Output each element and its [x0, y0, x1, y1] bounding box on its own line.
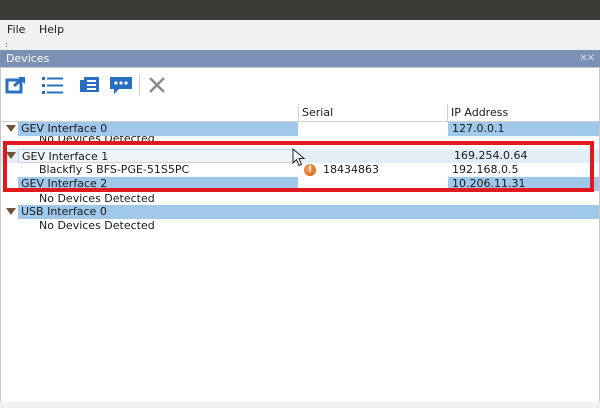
panel-close-icon[interactable]: ✕✕ [579, 53, 595, 64]
expand-arrow-icon[interactable] [6, 125, 16, 132]
interface-name: GEV Interface 2 [21, 177, 108, 190]
ip-address: 127.0.0.1 [452, 122, 505, 135]
no-devices-label: No Devices Detected [39, 194, 155, 203]
interface-name-cell: USB Interface 0 [18, 205, 599, 219]
interface-name-cell: GEV Interface 2 [18, 177, 298, 191]
panel-title: Devices [6, 52, 50, 65]
devices-toolbar [1, 68, 599, 102]
ip-cell: 10.206.11.31 [448, 177, 599, 191]
ip-address: 169.254.0.64 [454, 149, 528, 162]
column-divider[interactable] [447, 104, 448, 121]
devices-panel: Serial IP Address GEV Interface 0 127.0.… [0, 67, 600, 404]
expand-arrow-icon[interactable] [6, 152, 16, 159]
tree-row-empty[interactable]: No Devices Detected [1, 136, 599, 144]
interface-name-cell: GEV Interface 1 [18, 149, 295, 163]
interface-name-cell: GEV Interface 0 [18, 122, 298, 136]
column-header-serial[interactable]: Serial [302, 106, 333, 119]
no-devices-label: No Devices Detected [39, 136, 155, 144]
device-name: Blackfly S BFS-PGE-51S5PC [39, 163, 190, 176]
devices-panel-header: Devices ✕✕ [0, 50, 600, 67]
ip-cell: 127.0.0.1 [448, 122, 599, 136]
ip-address: 192.168.0.5 [452, 163, 519, 176]
list-icon [42, 77, 63, 94]
open-device-button[interactable] [4, 74, 28, 96]
interface-name: GEV Interface 0 [21, 122, 108, 135]
tree-row-interface[interactable]: GEV Interface 2 10.206.11.31 [1, 177, 599, 191]
device-info-button[interactable] [109, 74, 133, 96]
tree-header: Serial IP Address [1, 104, 599, 122]
ip-address: 10.206.11.31 [452, 177, 526, 190]
menu-bar: File Help [0, 20, 600, 40]
chat-icon [110, 77, 132, 94]
mouse-cursor-icon [292, 148, 306, 167]
tree-row-interface[interactable]: GEV Interface 0 127.0.0.1 [1, 122, 599, 136]
interface-name: GEV Interface 1 [22, 150, 109, 163]
grip-dots [6, 43, 9, 47]
device-properties-button[interactable] [78, 74, 102, 96]
menu-file[interactable]: File [7, 23, 25, 36]
arrow-out-icon [5, 76, 25, 94]
interface-name: USB Interface 0 [21, 205, 107, 218]
column-divider[interactable] [298, 104, 299, 121]
tree-row-empty[interactable]: No Devices Detected [1, 219, 599, 233]
expand-arrow-icon[interactable] [6, 208, 16, 215]
column-header-ip[interactable]: IP Address [451, 106, 508, 119]
tree-row-interface[interactable]: USB Interface 0 [1, 205, 599, 219]
window-bottom [0, 402, 600, 408]
remove-device-button[interactable] [145, 74, 169, 96]
close-icon [149, 77, 165, 93]
tree-row-empty[interactable]: No Devices Detected [1, 194, 599, 203]
toolbar-grip[interactable] [0, 40, 600, 50]
property-grid-icon [80, 77, 99, 92]
menu-help[interactable]: Help [39, 23, 64, 36]
device-serial: 18434863 [323, 163, 379, 176]
no-devices-label: No Devices Detected [39, 219, 155, 232]
window-titlebar [0, 0, 600, 20]
device-list-button[interactable] [41, 74, 65, 96]
toolbar-separator [139, 75, 140, 95]
